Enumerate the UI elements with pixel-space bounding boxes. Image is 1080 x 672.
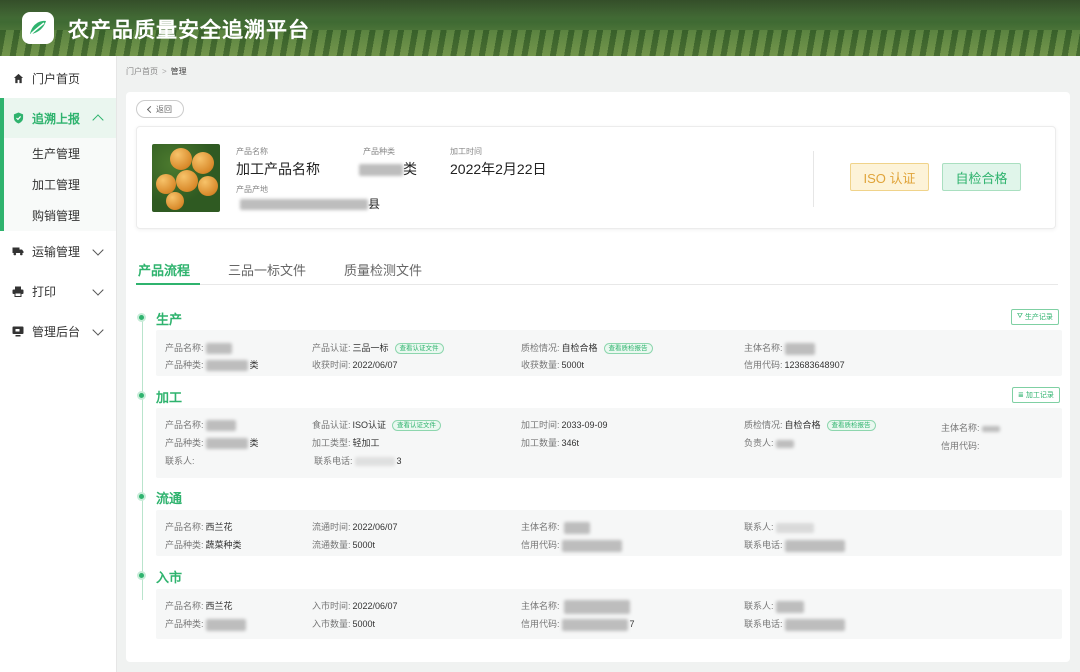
tab-quality-test-files[interactable]: 质量检测文件	[344, 260, 422, 279]
production-record-button[interactable]: ⛛ 生产记录	[1011, 309, 1059, 325]
app-title: 农产品质量安全追溯平台	[68, 19, 310, 42]
sidebar-item-sales[interactable]: 购销管理	[4, 200, 116, 231]
view-qc-report-link[interactable]: 查看质检报告	[603, 343, 653, 354]
product-name-label: 产品名称	[236, 147, 268, 156]
tab-certification-files[interactable]: 三品一标文件	[228, 260, 306, 279]
view-cert-file-link[interactable]: 查看认证文件	[394, 343, 444, 354]
truck-icon	[12, 245, 24, 257]
sidebar-submenu: 生产管理 加工管理 购销管理	[0, 138, 116, 231]
sidebar-item-label: 门户首页	[32, 71, 81, 86]
breadcrumb: 门户首页 > 管理	[126, 66, 187, 77]
redacted-mask	[205, 360, 248, 372]
redacted-mask	[561, 618, 628, 631]
sidebar-item-trace-report[interactable]: 追溯上报	[0, 98, 116, 138]
timeline-line	[142, 318, 143, 600]
process-time-label: 加工时间	[450, 147, 482, 156]
redacted-mask	[205, 438, 248, 450]
product-name: 加工产品名称	[236, 161, 320, 177]
redacted-mask	[775, 522, 814, 533]
sidebar-item-processing[interactable]: 加工管理	[4, 169, 116, 200]
redacted-mask	[359, 164, 403, 177]
sidebar-item-label: 运输管理	[32, 244, 81, 259]
sidebar-item-home[interactable]: 门户首页	[0, 58, 116, 98]
redacted-mask	[205, 420, 236, 432]
timeline-dot	[137, 492, 146, 501]
printer-icon	[12, 285, 24, 297]
sidebar-item-label: 管理后台	[32, 324, 81, 339]
stage-title-production: 生产	[156, 312, 183, 327]
product-origin: 县	[240, 195, 380, 212]
tab-product-flow[interactable]: 产品流程	[138, 260, 190, 279]
view-cert-file-link[interactable]: 查看认证文件	[392, 420, 442, 431]
stage-box-processing: 产品名称: 产品种类: 类 联系人: 食品认证: ISO认证 查看认证文件 加工类型:…	[156, 408, 1062, 478]
stage-box-circulation: 产品名称: 西兰花 产品种类: 蔬菜种类 流通时间: 2022/06/07 流通数量:…	[156, 510, 1062, 556]
redacted-mask	[240, 199, 368, 211]
breadcrumb-home[interactable]: 门户首页	[126, 67, 158, 76]
stage-title-market: 入市	[156, 570, 183, 585]
main-panel: 返回 产品名称 加工产品名称 产品种类 类 加工时间 2022年2月22日 产品…	[126, 92, 1070, 662]
processing-record-button[interactable]: ≣ 加工记录	[1012, 387, 1060, 403]
timeline-dot	[137, 571, 146, 580]
timeline-dot	[137, 391, 146, 400]
platform-logo-icon[interactable]	[22, 12, 54, 44]
active-tab-indicator	[136, 283, 200, 285]
stage-box-market: 产品名称: 西兰花 产品种类: 入市时间: 2022/06/07 入市数量: 5000…	[156, 589, 1062, 639]
back-button-label: 返回	[156, 104, 172, 114]
chevron-down-icon	[92, 244, 104, 256]
redacted-mask	[775, 600, 804, 613]
chevron-down-icon	[92, 284, 104, 296]
breadcrumb-current: 管理	[170, 67, 187, 76]
redacted-mask	[775, 439, 794, 448]
shield-icon	[12, 112, 24, 124]
stage-title-circulation: 流通	[156, 491, 183, 506]
redacted-mask	[205, 343, 232, 355]
process-time: 2022年2月22日	[450, 161, 547, 177]
product-image[interactable]	[152, 144, 220, 212]
self-check-badge: 自检合格	[942, 163, 1021, 191]
sidebar-item-label: 追溯上报	[32, 111, 81, 126]
redacted-mask	[563, 599, 630, 614]
product-type: 类	[359, 159, 417, 179]
chevron-down-icon	[92, 324, 104, 336]
timeline-dot	[137, 313, 146, 322]
stage-title-processing: 加工	[156, 390, 183, 405]
sidebar-item-transport[interactable]: 运输管理	[0, 231, 116, 271]
product-type-label: 产品种类	[363, 147, 395, 156]
breadcrumb-separator-icon: >	[162, 67, 167, 76]
home-icon	[12, 72, 24, 84]
sidebar: 门户首页 追溯上报 生产管理 加工管理 购销管理 运输管理 打印 管理后台	[0, 56, 117, 672]
chevron-up-icon	[92, 114, 104, 126]
product-summary-card: 产品名称 加工产品名称 产品种类 类 加工时间 2022年2月22日 产品产地 …	[136, 126, 1056, 229]
redacted-mask	[784, 618, 845, 631]
redacted-mask	[205, 618, 246, 631]
redacted-mask	[784, 539, 845, 552]
sidebar-item-admin[interactable]: 管理后台	[0, 311, 116, 351]
detail-tabs: 产品流程 三品一标文件 质量检测文件	[136, 252, 1058, 285]
iso-cert-badge: ISO 认证	[850, 163, 929, 191]
stage-box-production: 产品名称: 产品种类: 类 产品认证: 三品一标 查看认证文件 收获时间: 2022/0…	[156, 330, 1062, 376]
sidebar-item-label: 打印	[32, 284, 57, 299]
redacted-mask	[981, 425, 1000, 432]
redacted-mask	[354, 457, 395, 467]
sidebar-item-print[interactable]: 打印	[0, 271, 116, 311]
redacted-mask	[563, 521, 590, 534]
monitor-icon	[12, 325, 24, 337]
redacted-mask	[784, 342, 815, 355]
list-icon: ≣	[1018, 392, 1024, 399]
view-qc-report-link[interactable]: 查看质检报告	[826, 420, 876, 431]
chevron-left-icon	[146, 105, 155, 113]
redacted-mask	[561, 539, 622, 552]
top-banner: 农产品质量安全追溯平台	[0, 0, 1080, 56]
card-divider	[813, 151, 814, 207]
back-button[interactable]: 返回	[136, 100, 184, 118]
sidebar-item-production[interactable]: 生产管理	[4, 138, 116, 169]
filter-icon: ⛛	[1017, 313, 1023, 320]
product-origin-label: 产品产地	[236, 185, 268, 194]
